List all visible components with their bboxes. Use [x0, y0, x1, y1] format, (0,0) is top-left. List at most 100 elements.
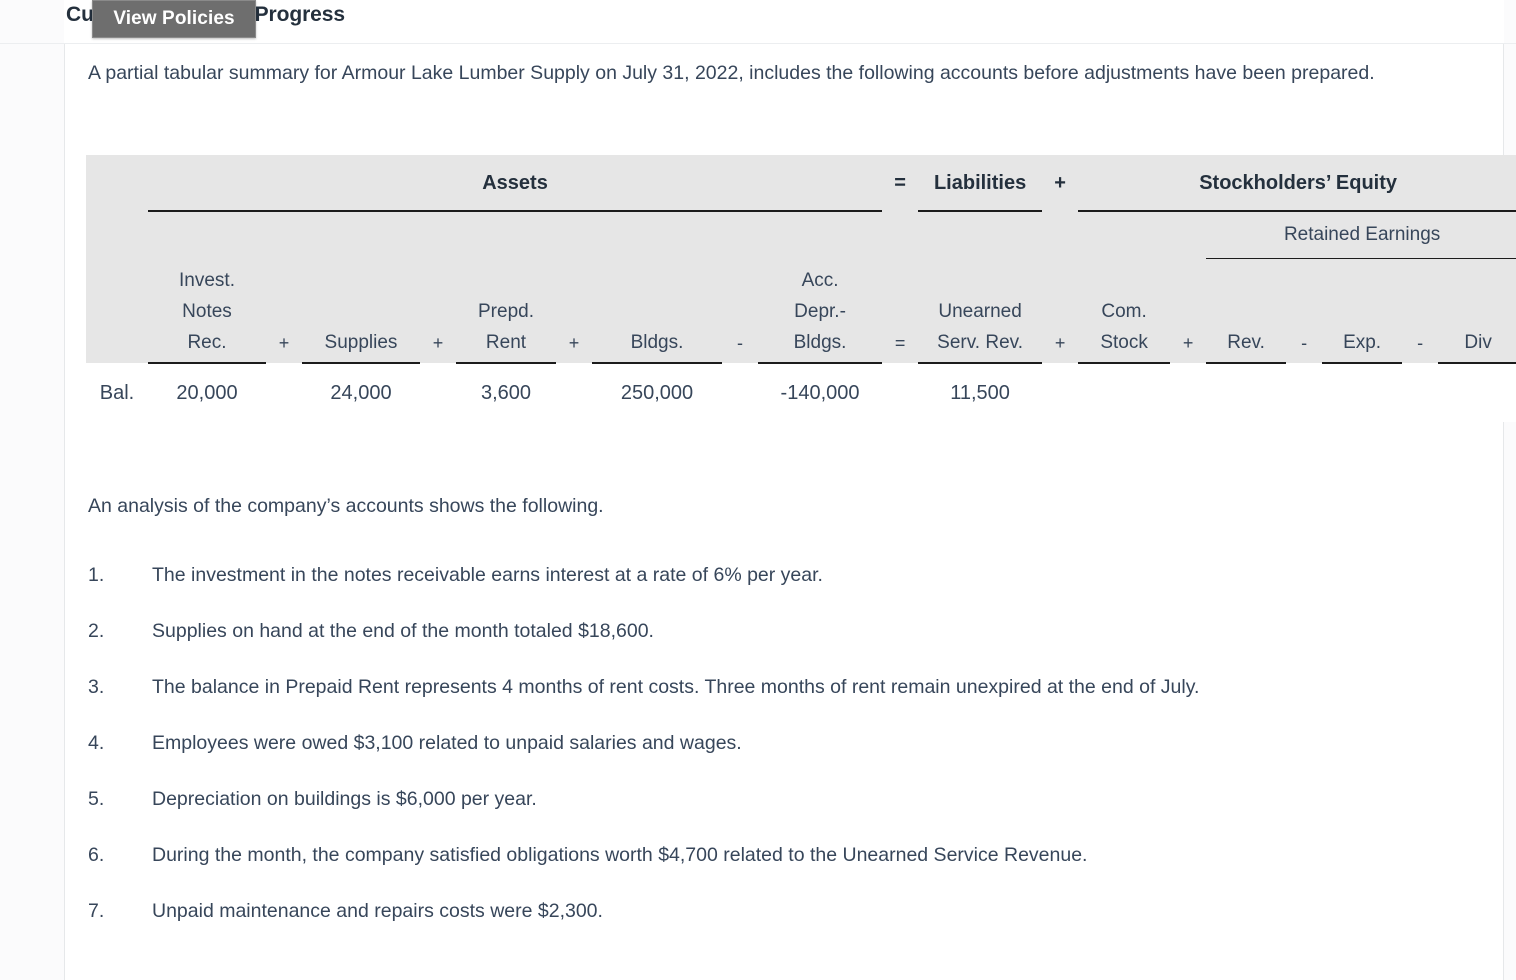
op-plus-com-stock: +	[1042, 258, 1079, 363]
col-invest-notes-rec-line2: Notes	[182, 301, 232, 322]
group-liabilities: Liabilities	[918, 155, 1043, 212]
col-supplies: Supplies	[302, 258, 420, 364]
intro-paragraph: A partial tabular summary for Armour Lak…	[88, 62, 1375, 84]
cell-op-7	[1170, 363, 1207, 422]
col-prepd-rent-line2: Rent	[485, 332, 527, 353]
op-plus-prepd-rent: +	[420, 258, 456, 363]
list-item-number: 3.	[88, 676, 105, 698]
col-com-stock-line1: Com.	[1101, 301, 1147, 322]
op-plus-rev: +	[1170, 258, 1207, 363]
cell-unearned-serv-rev: 11,500	[918, 363, 1043, 422]
list-item: 3. The balance in Prepaid Rent represent…	[88, 672, 1488, 702]
group-equals-1: =	[882, 155, 919, 211]
cell-invest-notes-rec: 20,000	[148, 363, 266, 422]
sub-spacer-12	[1042, 211, 1079, 259]
cell-op-2	[420, 363, 456, 422]
group-stockholders-equity: Stockholders’ Equity	[1078, 155, 1516, 212]
op-equals-unearned: =	[882, 258, 919, 363]
sub-spacer-5	[456, 211, 556, 259]
list-item-text: The balance in Prepaid Rent represents 4…	[152, 676, 1200, 698]
right-gutter	[1504, 0, 1516, 980]
col-label-corner	[86, 258, 148, 363]
list-item-number: 6.	[88, 844, 105, 866]
sub-spacer-4	[420, 211, 456, 259]
col-acc-depr-bldgs-line3: Bldgs.	[793, 332, 847, 353]
column-header-row: Invest. Notes Rec. + Supplies + Prepd. R…	[86, 258, 1516, 364]
cell-op-8	[1286, 363, 1323, 422]
sub-spacer-7	[592, 211, 722, 259]
col-prepd-rent-line1: Prepd.	[478, 301, 534, 322]
sub-spacer-6	[556, 211, 592, 259]
col-unearned-serv-rev-line2: Serv. Rev.	[937, 332, 1024, 353]
cell-acc-depr-bldgs: -140,000	[758, 363, 883, 422]
col-acc-depr-bldgs-line2: Depr.-	[794, 301, 846, 322]
header-bar: Current Attempt in Progress View Policie…	[0, 0, 1516, 44]
col-div: Div	[1438, 258, 1516, 364]
col-invest-notes-rec: Invest. Notes Rec.	[148, 258, 266, 364]
cell-div	[1438, 363, 1516, 422]
list-item: 5. Depreciation on buildings is $6,000 p…	[88, 784, 1488, 814]
list-item-number: 1.	[88, 564, 105, 586]
accounting-equation-table: Assets = Liabilities + Stockholders’ Equ…	[86, 155, 1516, 422]
list-item: 2. Supplies on hand at the end of the mo…	[88, 616, 1488, 646]
col-invest-notes-rec-line3: Rec.	[187, 332, 227, 353]
op-minus-div: -	[1402, 258, 1439, 363]
col-com-stock: Com. Stock	[1078, 258, 1171, 364]
col-rev: Rev.	[1206, 258, 1287, 364]
col-acc-depr-bldgs-line1: Acc.	[801, 270, 839, 291]
sub-spacer-9	[758, 211, 883, 259]
subgroup-header-row: Retained Earnings	[86, 211, 1516, 259]
subgroup-retained-earnings: Retained Earnings	[1206, 211, 1516, 259]
sub-spacer-10	[882, 211, 919, 259]
cell-rev	[1206, 363, 1287, 422]
sub-spacer-8	[722, 211, 758, 259]
list-item-text: Employees were owed $3,100 related to un…	[152, 732, 742, 754]
left-gutter	[0, 0, 64, 980]
list-item: 7. Unpaid maintenance and repairs costs …	[88, 896, 1488, 926]
group-spacer	[86, 155, 148, 211]
cell-op-3	[556, 363, 592, 422]
cell-supplies: 24,000	[302, 363, 420, 422]
cell-op-4	[722, 363, 758, 422]
cell-prepd-rent: 3,600	[456, 363, 556, 422]
group-plus-1: +	[1042, 155, 1079, 211]
list-item-text: Supplies on hand at the end of the month…	[152, 620, 654, 642]
list-item-text: Unpaid maintenance and repairs costs wer…	[152, 900, 603, 922]
col-invest-notes-rec-line1: Invest.	[179, 270, 235, 291]
sub-spacer-1	[148, 211, 266, 259]
cell-exp	[1322, 363, 1403, 422]
cell-bldgs: 250,000	[592, 363, 722, 422]
group-assets: Assets	[148, 155, 883, 212]
list-item-text: Depreciation on buildings is $6,000 per …	[152, 788, 537, 810]
cell-op-9	[1402, 363, 1439, 422]
list-item-text: During the month, the company satisfied …	[152, 844, 1088, 866]
page-root: Current Attempt in Progress View Policie…	[0, 0, 1516, 980]
list-item-number: 5.	[88, 788, 105, 810]
equation-grid: Assets = Liabilities + Stockholders’ Equ…	[86, 155, 1516, 422]
col-com-stock-line2: Stock	[1100, 332, 1148, 353]
list-item-number: 4.	[88, 732, 105, 754]
col-exp-line1: Exp.	[1343, 332, 1382, 353]
cell-com-stock	[1078, 363, 1171, 422]
col-div-line1: Div	[1464, 332, 1492, 353]
list-item-number: 2.	[88, 620, 105, 642]
col-supplies-line1: Supplies	[324, 332, 398, 353]
col-unearned-serv-rev-line1: Unearned	[938, 301, 1022, 322]
cell-op-6	[1042, 363, 1079, 422]
list-item: 1. The investment in the notes receivabl…	[88, 560, 1488, 590]
sub-spacer-0	[86, 211, 148, 259]
cell-op-1	[266, 363, 302, 422]
col-bldgs: Bldgs.	[592, 258, 722, 364]
col-rev-line1: Rev.	[1227, 332, 1265, 353]
list-item: 6. During the month, the company satisfi…	[88, 840, 1488, 870]
op-minus-acc-depr: -	[722, 258, 758, 363]
row-label-bal: Bal.	[86, 363, 148, 422]
op-minus-exp: -	[1286, 258, 1323, 363]
sub-spacer-14	[1170, 211, 1207, 259]
analysis-lead-in: An analysis of the company’s accounts sh…	[88, 495, 604, 517]
list-item-text: The investment in the notes receivable e…	[152, 564, 823, 586]
view-policies-tooltip[interactable]: View Policies	[92, 0, 256, 38]
analysis-list: 1. The investment in the notes receivabl…	[88, 560, 1488, 952]
group-header-row: Assets = Liabilities + Stockholders’ Equ…	[86, 155, 1516, 212]
list-item: 4. Employees were owed $3,100 related to…	[88, 728, 1488, 758]
